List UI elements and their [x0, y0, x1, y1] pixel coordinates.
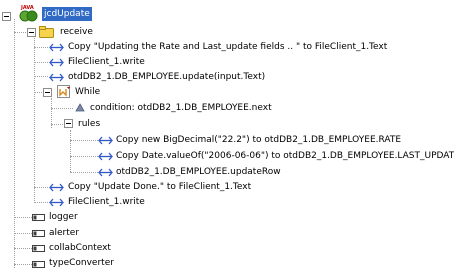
tree-node-label: typeConverter [49, 258, 114, 268]
tree-node-label: otdDB2_1.DB_EMPLOYEE.updateRow [116, 167, 281, 177]
method-arrow-icon [49, 183, 64, 192]
tree-node-label: alerter [49, 228, 80, 238]
condition-icon [75, 103, 85, 112]
tree-node-label: condition: otdDB2_1.DB_EMPLOYEE.next [90, 103, 272, 113]
method-arrow-icon [98, 168, 113, 177]
tree-guide [70, 140, 98, 141]
tree-guide [34, 92, 42, 93]
collaboration-tree: JAVA jcdUpdate receive Copy "Updating th… [0, 0, 454, 269]
method-arrow-icon [98, 152, 113, 161]
method-arrow-icon [98, 136, 113, 145]
tree-node-label: While [75, 87, 101, 97]
field-icon [32, 261, 45, 268]
tree-node-label: FileClient_1.write [68, 197, 145, 207]
tree-guide [14, 19, 15, 268]
tree-guide [70, 156, 98, 157]
java-collaboration-icon: JAVA [19, 5, 38, 22]
tree-node-root-label: jcdUpdate [42, 7, 92, 21]
collapse-toggle-while[interactable] [43, 88, 52, 97]
tree-guide [14, 32, 26, 33]
collapse-toggle-rules[interactable] [64, 119, 73, 128]
tree-guide [14, 217, 32, 218]
java-badge-text: JAVA [20, 5, 34, 11]
collapse-toggle-root[interactable] [2, 12, 11, 21]
tree-guide [34, 62, 48, 63]
tree-node-receive-label: receive [60, 27, 93, 37]
method-arrow-icon [49, 58, 64, 67]
method-arrow-icon [49, 73, 64, 82]
folder-icon [39, 26, 54, 38]
tree-guide [34, 76, 48, 77]
tree-guide [51, 124, 65, 125]
tree-guide [14, 264, 32, 265]
field-icon [32, 214, 45, 221]
tree-guide [70, 130, 71, 172]
method-arrow-icon [49, 43, 64, 52]
field-icon [32, 230, 45, 237]
tree-node-label: FileClient_1.write [68, 57, 145, 67]
tree-guide [34, 202, 48, 203]
tree-guide [34, 47, 48, 48]
tree-guide [70, 172, 98, 173]
tree-guide [34, 187, 48, 188]
tree-node-label: Copy "Update Done." to FileClient_1.Text [68, 182, 252, 192]
field-icon [32, 245, 45, 252]
collapse-toggle-receive[interactable] [27, 28, 36, 37]
method-arrow-icon [49, 198, 64, 207]
tree-node-label: collabContext [49, 243, 111, 253]
tree-node-label: Copy new BigDecimal("22.2") to otdDB2_1.… [116, 135, 402, 145]
tree-node-label: otdDB2_1.DB_EMPLOYEE.update(input.Text) [68, 72, 266, 82]
tree-guide [51, 108, 73, 109]
tree-node-label: Copy Date.valueOf("2006-06-06") to otdDB… [116, 151, 454, 161]
while-loop-icon [57, 85, 70, 98]
tree-guide [14, 248, 32, 249]
tree-node-label: rules [78, 119, 101, 129]
tree-guide [14, 233, 32, 234]
tree-node-label: Copy "Updating the Rate and Last_update … [68, 42, 388, 52]
tree-node-label: logger [49, 212, 78, 222]
